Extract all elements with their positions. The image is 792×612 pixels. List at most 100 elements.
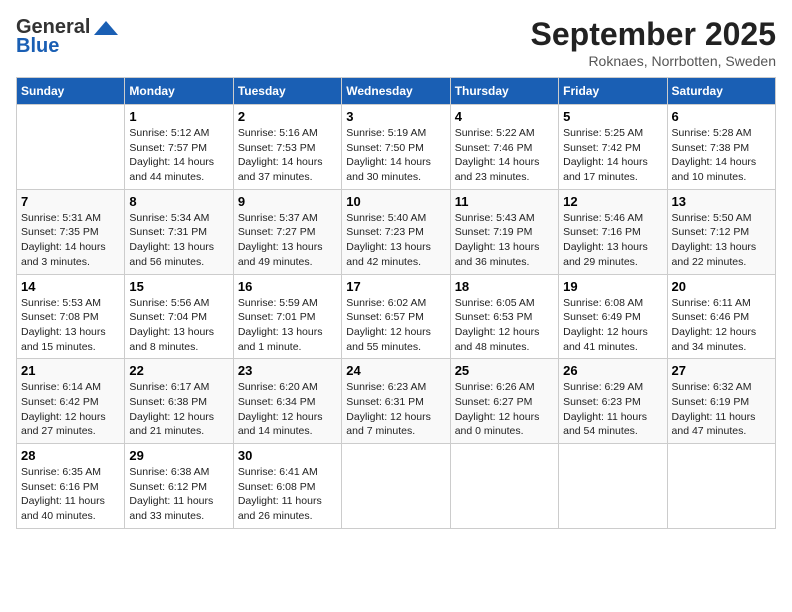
calendar-cell: 3 Sunrise: 5:19 AM Sunset: 7:50 PM Daylig… xyxy=(342,105,450,190)
day-number: 30 xyxy=(238,448,337,463)
day-number: 29 xyxy=(129,448,228,463)
week-row-3: 21 Sunrise: 6:14 AM Sunset: 6:42 PM Dayli… xyxy=(17,359,776,444)
calendar-cell: 12Sunrise: 5:46 AM Sunset: 7:16 PM Dayli… xyxy=(559,189,667,274)
month-title: September 2025 xyxy=(531,16,776,53)
day-info: Sunrise: 5:37 AM Sunset: 7:27 PM Dayligh… xyxy=(238,211,337,270)
calendar-cell: 6 Sunrise: 5:28 AM Sunset: 7:38 PM Daylig… xyxy=(667,105,775,190)
day-number: 24 xyxy=(346,363,445,378)
week-row-4: 28 Sunrise: 6:35 AM Sunset: 6:16 PM Dayli… xyxy=(17,444,776,529)
calendar-cell: 5 Sunrise: 5:25 AM Sunset: 7:42 PM Daylig… xyxy=(559,105,667,190)
header-monday: Monday xyxy=(125,78,233,105)
calendar-cell: 28 Sunrise: 6:35 AM Sunset: 6:16 PM Dayli… xyxy=(17,444,125,529)
week-row-2: 14 Sunrise: 5:53 AM Sunset: 7:08 PM Dayli… xyxy=(17,274,776,359)
day-info: Sunrise: 5:22 AM Sunset: 7:46 PM Dayligh… xyxy=(455,126,554,185)
calendar-cell: 15 Sunrise: 5:56 AM Sunset: 7:04 PM Dayli… xyxy=(125,274,233,359)
day-info: Sunrise: 5:53 AM Sunset: 7:08 PM Dayligh… xyxy=(21,296,120,355)
header-saturday: Saturday xyxy=(667,78,775,105)
day-number: 10 xyxy=(346,194,445,209)
header-wednesday: Wednesday xyxy=(342,78,450,105)
day-info: Sunrise: 6:17 AM Sunset: 6:38 PM Dayligh… xyxy=(129,380,228,439)
calendar-cell: 22Sunrise: 6:17 AM Sunset: 6:38 PM Dayli… xyxy=(125,359,233,444)
logo-icon xyxy=(92,19,120,37)
day-info: Sunrise: 6:08 AM Sunset: 6:49 PM Dayligh… xyxy=(563,296,662,355)
header-sunday: Sunday xyxy=(17,78,125,105)
day-number: 9 xyxy=(238,194,337,209)
day-info: Sunrise: 6:26 AM Sunset: 6:27 PM Dayligh… xyxy=(455,380,554,439)
day-info: Sunrise: 6:20 AM Sunset: 6:34 PM Dayligh… xyxy=(238,380,337,439)
calendar-cell: 1 Sunrise: 5:12 AM Sunset: 7:57 PM Daylig… xyxy=(125,105,233,190)
calendar-cell: 30 Sunrise: 6:41 AM Sunset: 6:08 PM Dayli… xyxy=(233,444,341,529)
calendar-cell: 13 Sunrise: 5:50 AM Sunset: 7:12 PM Dayli… xyxy=(667,189,775,274)
day-number: 27 xyxy=(672,363,771,378)
calendar-header-row: SundayMondayTuesdayWednesdayThursdayFrid… xyxy=(17,78,776,105)
day-info: Sunrise: 6:29 AM Sunset: 6:23 PM Dayligh… xyxy=(563,380,662,439)
day-number: 15 xyxy=(129,279,228,294)
calendar-cell: 11Sunrise: 5:43 AM Sunset: 7:19 PM Dayli… xyxy=(450,189,558,274)
day-info: Sunrise: 5:50 AM Sunset: 7:12 PM Dayligh… xyxy=(672,211,771,270)
header-friday: Friday xyxy=(559,78,667,105)
day-info: Sunrise: 5:59 AM Sunset: 7:01 PM Dayligh… xyxy=(238,296,337,355)
day-info: Sunrise: 6:41 AM Sunset: 6:08 PM Dayligh… xyxy=(238,465,337,524)
calendar-cell: 7 Sunrise: 5:31 AM Sunset: 7:35 PM Daylig… xyxy=(17,189,125,274)
calendar-cell xyxy=(667,444,775,529)
day-info: Sunrise: 6:35 AM Sunset: 6:16 PM Dayligh… xyxy=(21,465,120,524)
calendar-cell xyxy=(559,444,667,529)
week-row-0: 1 Sunrise: 5:12 AM Sunset: 7:57 PM Daylig… xyxy=(17,105,776,190)
header-tuesday: Tuesday xyxy=(233,78,341,105)
day-info: Sunrise: 5:56 AM Sunset: 7:04 PM Dayligh… xyxy=(129,296,228,355)
day-info: Sunrise: 5:28 AM Sunset: 7:38 PM Dayligh… xyxy=(672,126,771,185)
calendar-cell: 8Sunrise: 5:34 AM Sunset: 7:31 PM Daylig… xyxy=(125,189,233,274)
calendar-cell: 26Sunrise: 6:29 AM Sunset: 6:23 PM Dayli… xyxy=(559,359,667,444)
calendar-cell: 21 Sunrise: 6:14 AM Sunset: 6:42 PM Dayli… xyxy=(17,359,125,444)
day-number: 21 xyxy=(21,363,120,378)
title-block: September 2025 Roknaes, Norrbotten, Swed… xyxy=(531,16,776,69)
day-number: 3 xyxy=(346,109,445,124)
calendar-cell: 18Sunrise: 6:05 AM Sunset: 6:53 PM Dayli… xyxy=(450,274,558,359)
day-number: 1 xyxy=(129,109,228,124)
day-info: Sunrise: 5:46 AM Sunset: 7:16 PM Dayligh… xyxy=(563,211,662,270)
day-number: 4 xyxy=(455,109,554,124)
day-info: Sunrise: 5:19 AM Sunset: 7:50 PM Dayligh… xyxy=(346,126,445,185)
day-number: 23 xyxy=(238,363,337,378)
calendar-cell xyxy=(17,105,125,190)
day-number: 7 xyxy=(21,194,120,209)
day-info: Sunrise: 6:14 AM Sunset: 6:42 PM Dayligh… xyxy=(21,380,120,439)
day-number: 2 xyxy=(238,109,337,124)
header-thursday: Thursday xyxy=(450,78,558,105)
calendar-cell: 23 Sunrise: 6:20 AM Sunset: 6:34 PM Dayli… xyxy=(233,359,341,444)
day-number: 25 xyxy=(455,363,554,378)
location: Roknaes, Norrbotten, Sweden xyxy=(531,53,776,69)
calendar-cell: 27Sunrise: 6:32 AM Sunset: 6:19 PM Dayli… xyxy=(667,359,775,444)
day-info: Sunrise: 5:16 AM Sunset: 7:53 PM Dayligh… xyxy=(238,126,337,185)
day-info: Sunrise: 5:40 AM Sunset: 7:23 PM Dayligh… xyxy=(346,211,445,270)
day-info: Sunrise: 6:23 AM Sunset: 6:31 PM Dayligh… xyxy=(346,380,445,439)
calendar-cell: 9 Sunrise: 5:37 AM Sunset: 7:27 PM Daylig… xyxy=(233,189,341,274)
day-number: 5 xyxy=(563,109,662,124)
day-number: 13 xyxy=(672,194,771,209)
day-info: Sunrise: 5:12 AM Sunset: 7:57 PM Dayligh… xyxy=(129,126,228,185)
calendar-cell: 16Sunrise: 5:59 AM Sunset: 7:01 PM Dayli… xyxy=(233,274,341,359)
day-info: Sunrise: 5:31 AM Sunset: 7:35 PM Dayligh… xyxy=(21,211,120,270)
day-info: Sunrise: 5:25 AM Sunset: 7:42 PM Dayligh… xyxy=(563,126,662,185)
day-number: 11 xyxy=(455,194,554,209)
page-header: General Blue September 2025 Roknaes, Nor… xyxy=(16,16,776,69)
day-number: 6 xyxy=(672,109,771,124)
calendar-cell xyxy=(450,444,558,529)
day-number: 28 xyxy=(21,448,120,463)
calendar-cell: 2 Sunrise: 5:16 AM Sunset: 7:53 PM Daylig… xyxy=(233,105,341,190)
day-number: 18 xyxy=(455,279,554,294)
calendar-cell: 4 Sunrise: 5:22 AM Sunset: 7:46 PM Daylig… xyxy=(450,105,558,190)
day-number: 17 xyxy=(346,279,445,294)
calendar-cell: 14 Sunrise: 5:53 AM Sunset: 7:08 PM Dayli… xyxy=(17,274,125,359)
day-info: Sunrise: 6:38 AM Sunset: 6:12 PM Dayligh… xyxy=(129,465,228,524)
calendar-cell: 17 Sunrise: 6:02 AM Sunset: 6:57 PM Dayli… xyxy=(342,274,450,359)
calendar-cell xyxy=(342,444,450,529)
day-info: Sunrise: 6:11 AM Sunset: 6:46 PM Dayligh… xyxy=(672,296,771,355)
day-number: 14 xyxy=(21,279,120,294)
calendar-cell: 10 Sunrise: 5:40 AM Sunset: 7:23 PM Dayli… xyxy=(342,189,450,274)
day-info: Sunrise: 5:34 AM Sunset: 7:31 PM Dayligh… xyxy=(129,211,228,270)
day-number: 19 xyxy=(563,279,662,294)
day-info: Sunrise: 6:02 AM Sunset: 6:57 PM Dayligh… xyxy=(346,296,445,355)
logo: General Blue xyxy=(16,16,120,58)
week-row-1: 7 Sunrise: 5:31 AM Sunset: 7:35 PM Daylig… xyxy=(17,189,776,274)
